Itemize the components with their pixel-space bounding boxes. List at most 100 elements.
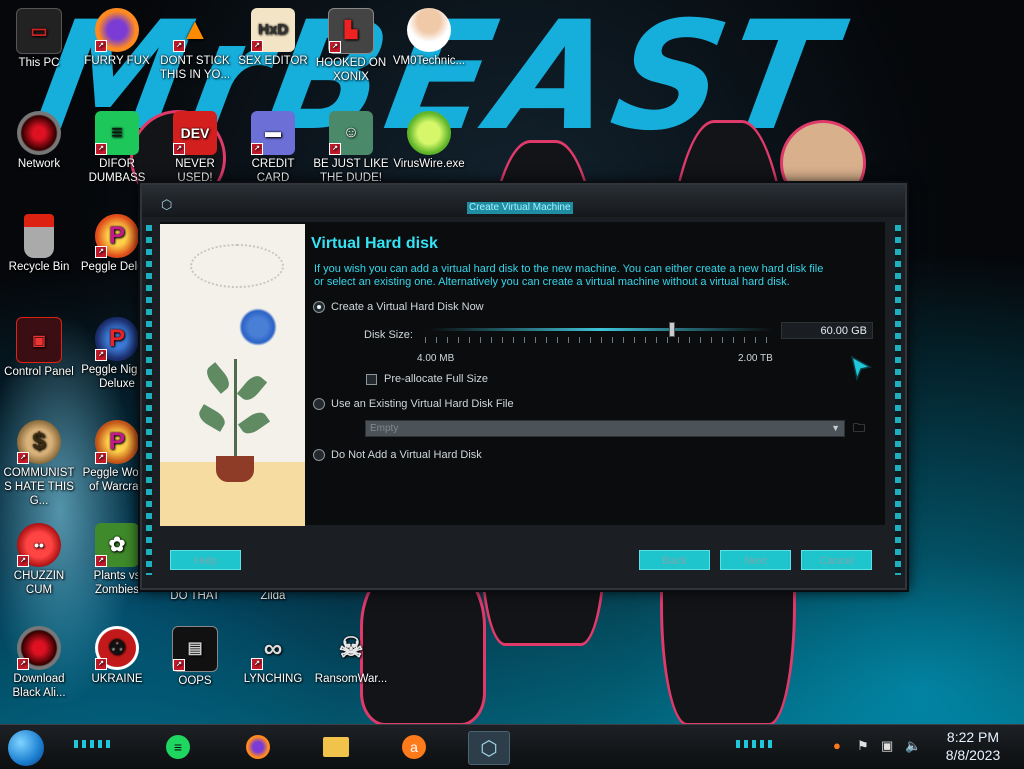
- dialog-titlebar[interactable]: ⬡ Create Virtual Machine: [142, 185, 905, 217]
- desktop-icon-this-pc[interactable]: ▭ This PC: [1, 8, 77, 70]
- chevron-down-icon: ▼: [831, 423, 840, 433]
- virtualbox-icon: ⬡: [480, 737, 498, 760]
- desktop-icon-dont-stick[interactable]: ▲ ↗ DONT STICK THIS IN YO...: [157, 8, 233, 82]
- back-button[interactable]: Back: [639, 550, 710, 570]
- disk-size-slider-ticks: [425, 337, 770, 343]
- preallocate-label: Pre-allocate Full Size: [384, 373, 488, 385]
- leaf-icon: [195, 404, 229, 432]
- desktop-icon-difor-dumbass[interactable]: ≡ ↗ DIFOR DUMBASS: [79, 111, 155, 185]
- radio-button[interactable]: [313, 449, 325, 461]
- desktop-icon-network[interactable]: Network: [1, 111, 77, 171]
- terminal-icon: ▤ ↗: [172, 626, 218, 672]
- disk-size-label: Disk Size:: [364, 329, 413, 341]
- desktop-icon-communists[interactable]: $ ↗ COMMUNISTS HATE THIS G...: [1, 420, 77, 508]
- flag-icon[interactable]: ⚑: [857, 738, 869, 754]
- existing-disk-select-value: Empty: [370, 423, 399, 434]
- desktop-icon-chuzzin-cum[interactable]: •• ↗ CHUZZIN CUM: [1, 523, 77, 597]
- network-icon: [17, 111, 61, 155]
- firefox-icon: [246, 735, 270, 759]
- folder-icon: [323, 737, 349, 757]
- taskbar-app-virtualbox[interactable]: ⬡: [468, 731, 510, 765]
- lime-icon: [407, 111, 451, 155]
- start-button[interactable]: [8, 730, 44, 766]
- desktop-icon-sex-editor[interactable]: HxD ↗ SEX EDITOR: [235, 8, 311, 68]
- wizard-illustration: [160, 224, 305, 526]
- desktop-icon-recycle-bin[interactable]: Recycle Bin: [1, 214, 77, 274]
- taskbar-app-avast[interactable]: a: [394, 731, 434, 763]
- desktop-icon-hooked-on-xonix[interactable]: ▙ ↗ HOOKED ON XONIX: [313, 8, 389, 84]
- taskbar-ornament: [74, 740, 114, 748]
- disk-size-field[interactable]: 60.00 GB: [781, 322, 873, 339]
- skull-icon: ☠: [338, 632, 364, 663]
- desktop-icon-zilda[interactable]: Zilda: [235, 589, 311, 603]
- peggle-icon: P ↗: [95, 214, 139, 258]
- radio-button[interactable]: [313, 398, 325, 410]
- dialog-title: Create Virtual Machine: [467, 202, 573, 214]
- chuzzle-icon: •• ↗: [17, 523, 61, 567]
- help-button[interactable]: Help: [170, 550, 241, 570]
- desktop-icon-control-panel[interactable]: ▣ Control Panel: [1, 317, 77, 379]
- desktop-icon-do-that[interactable]: DO THAT: [157, 589, 233, 603]
- taskbar-app-spotify[interactable]: ≡: [158, 731, 198, 763]
- desktop-icon-download-black-ali[interactable]: ↗ Download Black Ali...: [1, 626, 77, 700]
- taskbar-clock[interactable]: 8:22 PM 8/8/2023: [936, 728, 1010, 764]
- disk-size-max-label: 2.00 TB: [738, 353, 773, 364]
- xonix-icon: ▙ ↗: [328, 8, 374, 54]
- taskbar-app-file-explorer[interactable]: [316, 731, 356, 763]
- tray-avast-icon[interactable]: ●: [833, 738, 841, 753]
- radio-button-selected[interactable]: [313, 301, 325, 313]
- flower-pot: [216, 456, 254, 482]
- spotify-icon: ≡: [166, 735, 190, 759]
- taskbar-app-firefox[interactable]: [238, 731, 278, 763]
- vlc-cone-icon: ▲ ↗: [173, 8, 217, 52]
- desktop-icon-be-just-like[interactable]: ☺ ↗ BE JUST LIKE THE DUDE!: [313, 111, 389, 185]
- avast-icon: a: [402, 735, 426, 759]
- desktop-icon-never-used[interactable]: DEV ↗ NEVER USED!: [157, 111, 233, 185]
- radio-create-now-label: Create a Virtual Hard Disk Now: [331, 301, 484, 313]
- illustration-swirl: [190, 244, 284, 288]
- preallocate-checkbox[interactable]: [366, 373, 377, 385]
- desktop-icon-oops[interactable]: ▤ ↗ OOPS: [157, 626, 233, 688]
- create-vm-dialog: ⬡ Create Virtual Machine Virtual Hard di…: [140, 183, 907, 590]
- notes-app-icon: ≡ ↗: [95, 111, 139, 155]
- disk-size-slider-handle[interactable]: [669, 322, 675, 337]
- disk-size-min-label: 4.00 MB: [417, 353, 455, 364]
- volume-icon[interactable]: 🔈: [905, 738, 921, 754]
- cancel-button[interactable]: Cancel: [801, 550, 872, 570]
- desktop-icon-viruswire[interactable]: VirusWire.exe: [391, 111, 467, 171]
- plant-stem: [234, 359, 237, 459]
- peggle-wow-icon: P ↗: [95, 420, 139, 464]
- peggle-nights-icon: P ↗: [95, 317, 139, 361]
- existing-disk-select[interactable]: Empty ▼: [365, 420, 845, 437]
- money-bag-icon: $ ↗: [17, 420, 61, 464]
- desktop-icon-ukraine[interactable]: ☢ ↗ UKRAINE: [79, 626, 155, 686]
- page-description: If you wish you can add a virtual hard d…: [314, 263, 824, 288]
- desktop-icon-furry-fux[interactable]: ↗ FURRY FUX: [79, 8, 155, 68]
- firefox-icon: ↗: [95, 8, 139, 52]
- plants-vs-zombies-icon: ✿ ↗: [95, 523, 139, 567]
- next-button[interactable]: Next: [720, 550, 791, 570]
- recycle-bin-icon: [24, 214, 54, 258]
- radio-use-existing[interactable]: Use an Existing Virtual Hard Disk File: [313, 398, 514, 410]
- network-tray-icon[interactable]: ▣: [881, 738, 893, 754]
- radio-do-not-add[interactable]: Do Not Add a Virtual Hard Disk: [313, 449, 482, 461]
- radio-use-existing-label: Use an Existing Virtual Hard Disk File: [331, 398, 514, 410]
- clock-time: 8:22 PM: [946, 729, 1000, 745]
- radio-create-now[interactable]: Create a Virtual Hard Disk Now: [313, 301, 484, 313]
- desktop-icon-ransomware[interactable]: ☠ RansomWar...: [313, 626, 389, 686]
- radiation-icon: ☢ ↗: [95, 626, 139, 670]
- disk-size-slider[interactable]: [430, 328, 772, 331]
- page-title: Virtual Hard disk: [311, 235, 438, 252]
- credit-card-icon: ▬ ↗: [251, 111, 295, 155]
- dialog-left-accent: [146, 225, 152, 575]
- network-orb-icon: ↗: [17, 626, 61, 670]
- preallocate-checkbox-row[interactable]: Pre-allocate Full Size: [366, 373, 488, 385]
- clock-date: 8/8/2023: [945, 747, 1001, 763]
- dwarf-face-icon: ☺ ↗: [329, 111, 373, 155]
- desktop-icon-lynching[interactable]: ∞ ↗ LYNCHING: [235, 626, 311, 686]
- leaf-icon: [236, 372, 268, 404]
- dialog-right-accent: [895, 225, 901, 575]
- folder-browse-icon[interactable]: 🗀: [853, 421, 869, 435]
- taskbar-ornament: [736, 740, 776, 748]
- desktop-icon-vm0technic[interactable]: VM0Technic...: [391, 8, 467, 68]
